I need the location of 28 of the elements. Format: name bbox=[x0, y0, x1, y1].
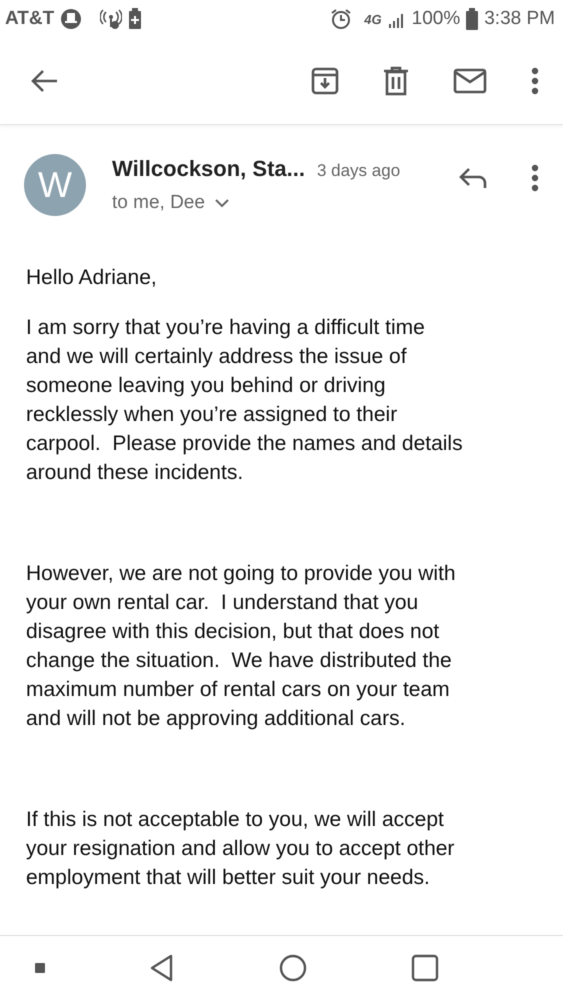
recipients[interactable]: to me, Dee bbox=[112, 192, 205, 214]
archive-icon[interactable] bbox=[311, 67, 339, 95]
message-time: 3 days ago bbox=[316, 161, 400, 181]
chevron-down-icon[interactable] bbox=[214, 198, 229, 208]
more-icon[interactable] bbox=[531, 164, 539, 192]
hotspot-icon bbox=[100, 8, 122, 30]
body-paragraph: However, we are not going to provide you with your own rental car. I understand that you disagree with this decision, but that does not change the situation. We have distributed the maximum number of rental cars on your team and will not be approving additional cars. bbox=[26, 561, 457, 732]
battery-icon bbox=[466, 8, 478, 30]
battery-percent: 100% bbox=[412, 8, 460, 30]
back-icon[interactable] bbox=[30, 69, 58, 93]
body-paragraph: I am sorry that you’re having a difficult time and we will certainly address the issue of someone leaving you behind or driving recklessly when you’re assigned to their carpool. Please provide the names and details around these incidents. bbox=[26, 315, 464, 486]
reply-icon[interactable] bbox=[459, 167, 487, 189]
carrier-name: AT&T bbox=[5, 8, 54, 30]
alarm-icon bbox=[330, 8, 352, 30]
sender-avatar: W bbox=[24, 154, 86, 216]
home-icon[interactable] bbox=[279, 954, 307, 982]
recents-icon[interactable] bbox=[411, 954, 439, 982]
hat-icon bbox=[60, 8, 82, 30]
back-icon[interactable] bbox=[149, 954, 175, 982]
mail-icon[interactable] bbox=[453, 68, 487, 94]
sender-name: Willcockson, Sta... bbox=[112, 156, 305, 182]
network-type: 4G bbox=[364, 12, 382, 26]
trash-icon[interactable] bbox=[383, 66, 409, 96]
body-paragraph: Hello Adriane, bbox=[26, 265, 158, 291]
battery-charging-icon bbox=[128, 8, 142, 30]
body-paragraph: If this is not acceptable to you, we will accept your resignation and allow you to accept other employment that will better suit your needs. bbox=[26, 807, 456, 891]
more-icon[interactable] bbox=[531, 67, 539, 95]
clock-time: 3:38 PM bbox=[484, 8, 555, 30]
